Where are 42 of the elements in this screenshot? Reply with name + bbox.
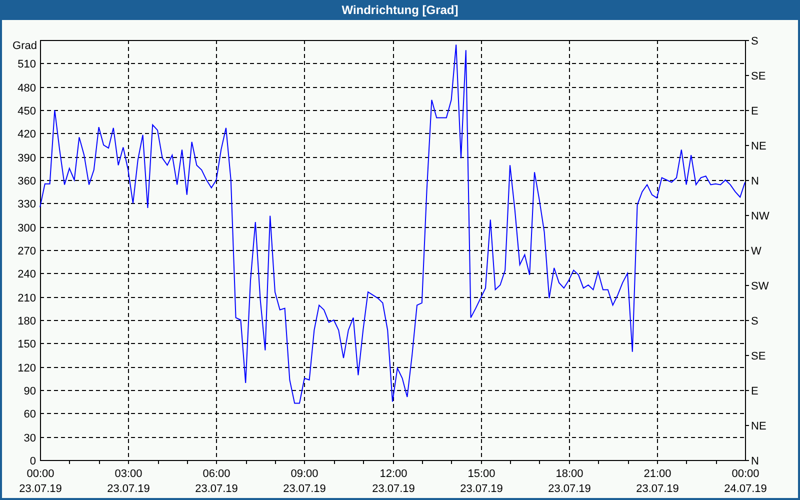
- window-title: Windrichtung [Grad]: [342, 2, 458, 19]
- right-axis-label: E: [751, 386, 758, 398]
- y-axis-label: 210: [18, 292, 36, 304]
- right-axis-label: NW: [751, 210, 770, 222]
- right-axis-label: N: [751, 456, 759, 468]
- right-axis-label: W: [751, 246, 762, 258]
- right-axis-label: SE: [751, 70, 766, 82]
- x-axis-label: 00:00 24.07.19: [724, 468, 767, 495]
- right-axis-label: NE: [751, 140, 766, 152]
- x-axis-label: 03:00 23.07.19: [107, 468, 150, 495]
- x-axis-label: 09:00 23.07.19: [283, 468, 326, 495]
- right-axis-label: S: [751, 316, 758, 328]
- y-axis-label: 480: [18, 82, 36, 94]
- y-axis-label: 270: [18, 246, 36, 258]
- y-axis-label: 90: [24, 386, 36, 398]
- y-axis-label: 180: [18, 316, 36, 328]
- y-axis-label: 450: [18, 106, 36, 118]
- x-axis-label: 00:00 23.07.19: [19, 468, 62, 495]
- y-axis-label: 420: [18, 128, 36, 140]
- y-axis-label: 300: [18, 222, 36, 234]
- y-axis-label: 0: [30, 456, 36, 468]
- x-axis-label: 06:00 23.07.19: [195, 468, 238, 495]
- y-axis-label: 120: [18, 362, 36, 374]
- right-axis-label: SW: [751, 280, 769, 292]
- y-axis-label: 150: [18, 338, 36, 350]
- right-axis-label: S: [751, 36, 758, 48]
- right-axis-label: N: [751, 176, 759, 188]
- y-axis-title: Grad: [12, 40, 37, 52]
- y-axis-label: 60: [24, 408, 36, 420]
- y-axis-label: 30: [24, 432, 36, 444]
- x-axis-label: 21:00 23.07.19: [636, 468, 679, 495]
- y-axis-label: 240: [18, 268, 36, 280]
- y-axis-label: 330: [18, 198, 36, 210]
- x-axis-label: 15:00 23.07.19: [460, 468, 503, 495]
- x-axis-label: 18:00 23.07.19: [548, 468, 591, 495]
- y-axis-label: 510: [18, 58, 36, 70]
- x-axis-label: 12:00 23.07.19: [372, 468, 415, 495]
- right-axis-label: E: [751, 106, 758, 118]
- y-axis-label: 390: [18, 152, 36, 164]
- y-axis-label: 360: [18, 176, 36, 188]
- right-axis-label: SE: [751, 350, 766, 362]
- right-axis-label: NE: [751, 420, 766, 432]
